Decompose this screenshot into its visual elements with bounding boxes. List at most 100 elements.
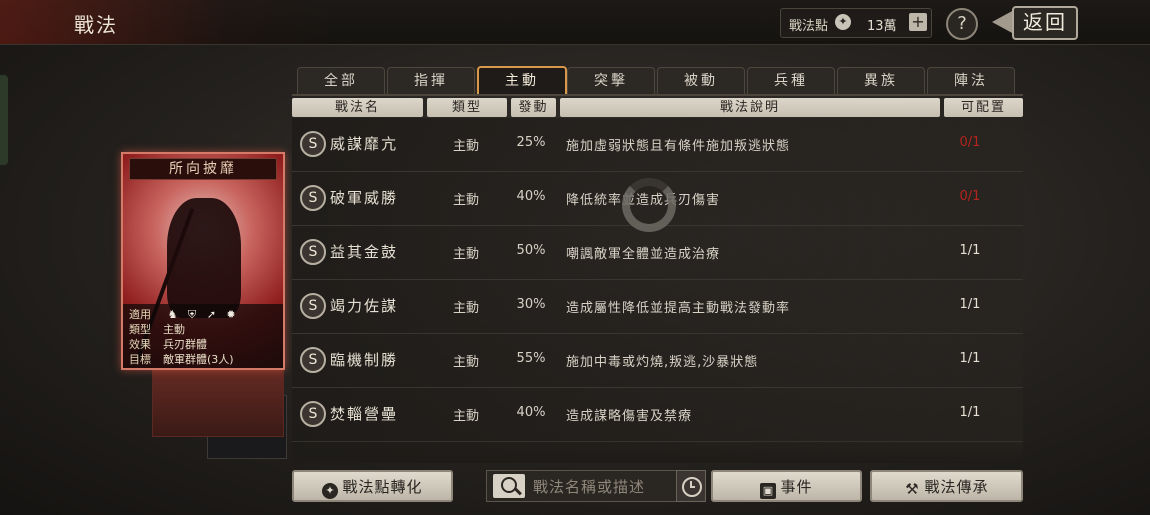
tactic-name: 益其金鼓: [330, 243, 399, 261]
card-apply-key: 適用: [129, 308, 151, 321]
column-header-avail[interactable]: 可配置: [944, 98, 1023, 117]
tab-foreign[interactable]: 異族: [837, 67, 925, 95]
tactic-name: 焚輜營壘: [330, 405, 399, 423]
card-apply-row: 適用 ♞ ⛨ ➚ ✹: [129, 306, 241, 322]
history-clock-button[interactable]: [676, 470, 706, 502]
list-fade-overlay: [292, 438, 1023, 463]
tactic-rate: 55%: [516, 351, 546, 366]
tactic-desc: 施加虛弱狀態且有條件施加叛逃狀態: [566, 139, 791, 154]
tactic-type: 主動: [452, 139, 479, 154]
tactic-name: 竭力佐謀: [330, 297, 399, 315]
card-effect-row: 效果 兵刃群體: [129, 336, 207, 352]
tactic-points-box: 戰法點 ✦ 13萬 +: [780, 8, 932, 38]
back-button-label: 返回: [1012, 6, 1078, 40]
back-arrow-icon: [992, 10, 1014, 34]
tactic-points-value: 13萬: [867, 19, 897, 34]
tactic-rate: 25%: [516, 135, 546, 150]
search-icon[interactable]: [493, 474, 525, 498]
card-info-panel: 適用 ♞ ⛨ ➚ ✹ 類型 主動 效果 兵刃群體 目標 敵軍群體(3人): [123, 304, 283, 368]
tactic-rate: 40%: [516, 405, 546, 420]
grade-badge: S: [300, 131, 326, 157]
tactic-type: 主動: [452, 193, 479, 208]
tab-formation[interactable]: 陣法: [927, 67, 1015, 95]
tactic-name: 破軍威勝: [330, 189, 399, 207]
tactic-availability: 1/1: [959, 297, 981, 312]
card-effect-key: 效果: [129, 338, 151, 351]
card-type-row: 類型 主動: [129, 321, 185, 337]
tactic-type: 主動: [452, 247, 479, 262]
tab-passive[interactable]: 被動: [657, 67, 745, 95]
grade-badge: S: [300, 401, 326, 427]
column-header-rate[interactable]: 發動: [511, 98, 556, 117]
tactic-availability: 0/1: [959, 189, 981, 204]
tactic-type: 主動: [452, 355, 479, 370]
column-header-name[interactable]: 戰法名: [292, 98, 423, 117]
inherit-tactic-label: 戰法傳承: [924, 478, 989, 496]
tab-all[interactable]: 全部: [297, 67, 385, 95]
page-title: 戰法: [74, 13, 118, 37]
tactic-row[interactable]: S 益其金鼓 主動 50% 嘲諷敵軍全體並造成治療 1/1: [292, 226, 1023, 280]
tactic-row[interactable]: S 竭力佐謀 主動 30% 造成屬性降低並提高主動戰法發動率 1/1: [292, 280, 1023, 334]
tab-command[interactable]: 指揮: [387, 67, 475, 95]
card-title: 所向披靡: [129, 158, 277, 180]
tactic-desc: 嘲諷敵軍全體並造成治療: [566, 247, 721, 262]
add-points-button[interactable]: +: [909, 13, 927, 31]
tactic-desc: 施加中毒或灼燒,叛逃,沙暴狀態: [566, 355, 759, 370]
tactic-desc: 造成謀略傷害及禁療: [566, 409, 693, 424]
search-box: [486, 470, 706, 502]
card-type-key: 類型: [129, 323, 151, 336]
grade-badge: S: [300, 185, 326, 211]
grade-badge: S: [300, 239, 326, 265]
tactic-row[interactable]: S 臨機制勝 主動 55% 施加中毒或灼燒,叛逃,沙暴狀態 1/1: [292, 334, 1023, 388]
top-bar: 戰法 戰法點 ✦ 13萬 + ? 返回: [0, 0, 1150, 45]
event-button[interactable]: ▣ 事件: [711, 470, 862, 502]
tactic-name: 威謀靡亢: [330, 135, 399, 153]
shield-icon: ⛨: [187, 308, 197, 321]
tactic-row[interactable]: S 威謀靡亢 主動 25% 施加虛弱狀態且有條件施加叛逃狀態 0/1: [292, 118, 1023, 172]
search-input[interactable]: [531, 475, 671, 499]
side-panel-tab[interactable]: [0, 75, 8, 165]
flame-icon: ✦: [835, 14, 851, 30]
tab-active[interactable]: 主動: [477, 66, 567, 96]
card-stack-middle: [152, 360, 284, 437]
tactic-availability: 1/1: [959, 405, 981, 420]
loading-spinner-icon: [622, 178, 676, 232]
tactic-desc: 造成屬性降低並提高主動戰法發動率: [566, 301, 791, 316]
grade-badge: S: [300, 347, 326, 373]
convert-points-label: 戰法點轉化: [342, 478, 423, 496]
flame-icon: ✦: [322, 483, 339, 499]
cavalry-icon: ♞: [167, 308, 178, 321]
tactic-availability: 1/1: [959, 351, 981, 366]
card-warrior-art: [167, 198, 241, 318]
inherit-tactic-button[interactable]: ⚒ 戰法傳承: [870, 470, 1023, 502]
tactic-card[interactable]: 所向披靡 適用 ♞ ⛨ ➚ ✹ 類型 主動 效果 兵刃群體 目標 敵軍群體(3人): [121, 152, 285, 370]
card-target-row: 目標 敵軍群體(3人): [129, 351, 234, 367]
hammer-icon: ⚒: [905, 480, 920, 498]
event-label: 事件: [780, 478, 813, 496]
tactic-points-label: 戰法點: [789, 19, 829, 34]
grade-badge: S: [300, 293, 326, 319]
tactic-rate: 50%: [516, 243, 546, 258]
card-effect-value: 兵刃群體: [163, 338, 207, 351]
tactic-list[interactable]: S 威謀靡亢 主動 25% 施加虛弱狀態且有條件施加叛逃狀態 0/1 S 破軍威…: [292, 118, 1023, 463]
tactic-availability: 1/1: [959, 243, 981, 258]
tactic-row[interactable]: S 焚輜營壘 主動 40% 造成謀略傷害及禁療 1/1: [292, 388, 1023, 442]
column-header-desc: 戰法說明: [560, 98, 940, 117]
tab-underline: [292, 94, 1023, 96]
tactic-name: 臨機制勝: [330, 351, 399, 369]
tab-troop[interactable]: 兵種: [747, 67, 835, 95]
card-target-value: 敵軍群體(3人): [163, 353, 234, 366]
tactic-rate: 30%: [516, 297, 546, 312]
help-button[interactable]: ?: [946, 8, 978, 40]
tactic-rate: 40%: [516, 189, 546, 204]
card-type-value: 主動: [163, 323, 185, 336]
header-glow: [0, 0, 330, 44]
column-header-type[interactable]: 類型: [427, 98, 507, 117]
tab-assault[interactable]: 突擊: [567, 67, 655, 95]
tactic-type: 主動: [452, 409, 479, 424]
event-icon: ▣: [760, 483, 777, 499]
card-target-key: 目標: [129, 353, 151, 366]
back-button[interactable]: 返回: [992, 6, 1080, 40]
tactic-type: 主動: [452, 301, 479, 316]
convert-points-button[interactable]: ✦ 戰法點轉化: [292, 470, 453, 502]
